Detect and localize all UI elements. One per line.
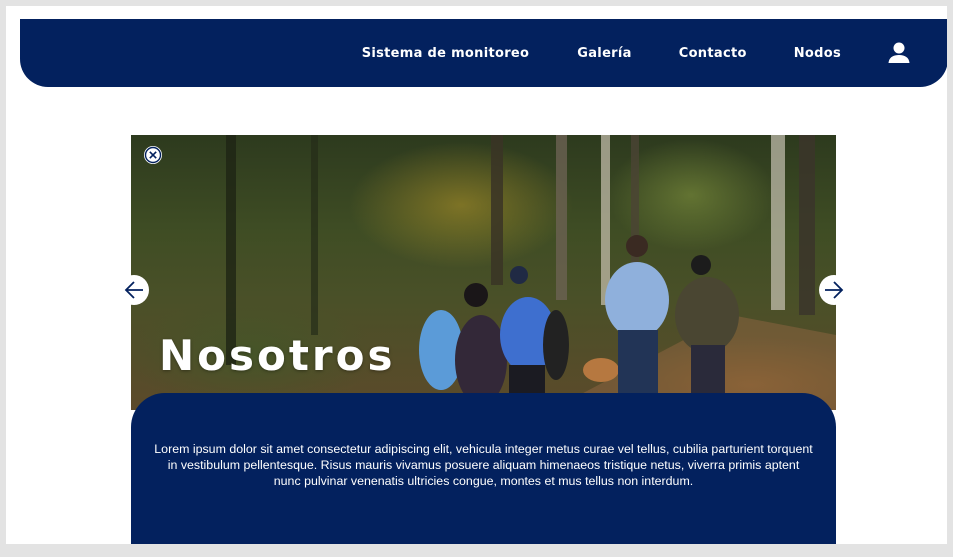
top-navbar: Sistema de monitoreo Galería Contacto No… — [20, 19, 947, 87]
carousel-next-button[interactable] — [819, 275, 849, 305]
nav-link-nodos[interactable]: Nodos — [794, 46, 841, 61]
hero-title: Nosotros — [159, 331, 396, 380]
nav-link-galeria[interactable]: Galería — [577, 46, 631, 61]
content-panel: Lorem ipsum dolor sit amet consectetur a… — [131, 393, 836, 544]
page: Sistema de monitoreo Galería Contacto No… — [6, 6, 947, 544]
nav-link-contacto[interactable]: Contacto — [679, 46, 747, 61]
nav-menu: Sistema de monitoreo Galería Contacto No… — [362, 19, 947, 87]
hero-description: Lorem ipsum dolor sit amet consectetur a… — [154, 442, 813, 488]
hero-carousel: Nosotros Lorem ipsum dolor sit amet cons… — [131, 135, 836, 544]
close-button[interactable] — [144, 146, 162, 164]
carousel-prev-button[interactable] — [119, 275, 149, 305]
nav-link-sistema-de-monitoreo[interactable]: Sistema de monitoreo — [362, 46, 530, 61]
close-icon — [144, 146, 162, 164]
arrow-right-icon — [825, 281, 844, 299]
user-icon[interactable] — [887, 41, 911, 65]
arrow-left-icon — [124, 281, 143, 299]
